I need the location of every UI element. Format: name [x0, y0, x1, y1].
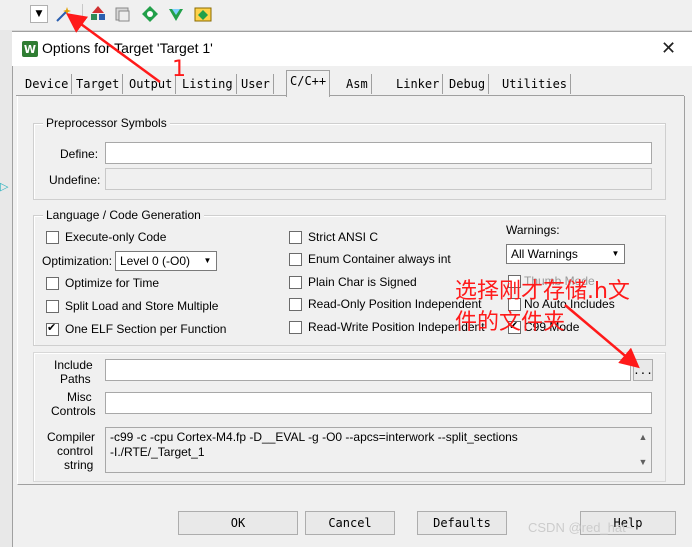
annotation-text-line-1: 选择刚才存储.h文	[455, 279, 630, 304]
annotation-arrows	[65, 13, 640, 369]
arrow-to-browse-button	[564, 304, 640, 369]
tab-c-cpp[interactable]: C/C++	[286, 70, 331, 97]
annotation-text-line-2: 件的文件夹	[455, 310, 566, 335]
watermark: CSDN @red_hat~	[528, 520, 634, 535]
annotation-step-number: 1	[172, 57, 186, 82]
arrow-to-options-button	[65, 13, 161, 84]
